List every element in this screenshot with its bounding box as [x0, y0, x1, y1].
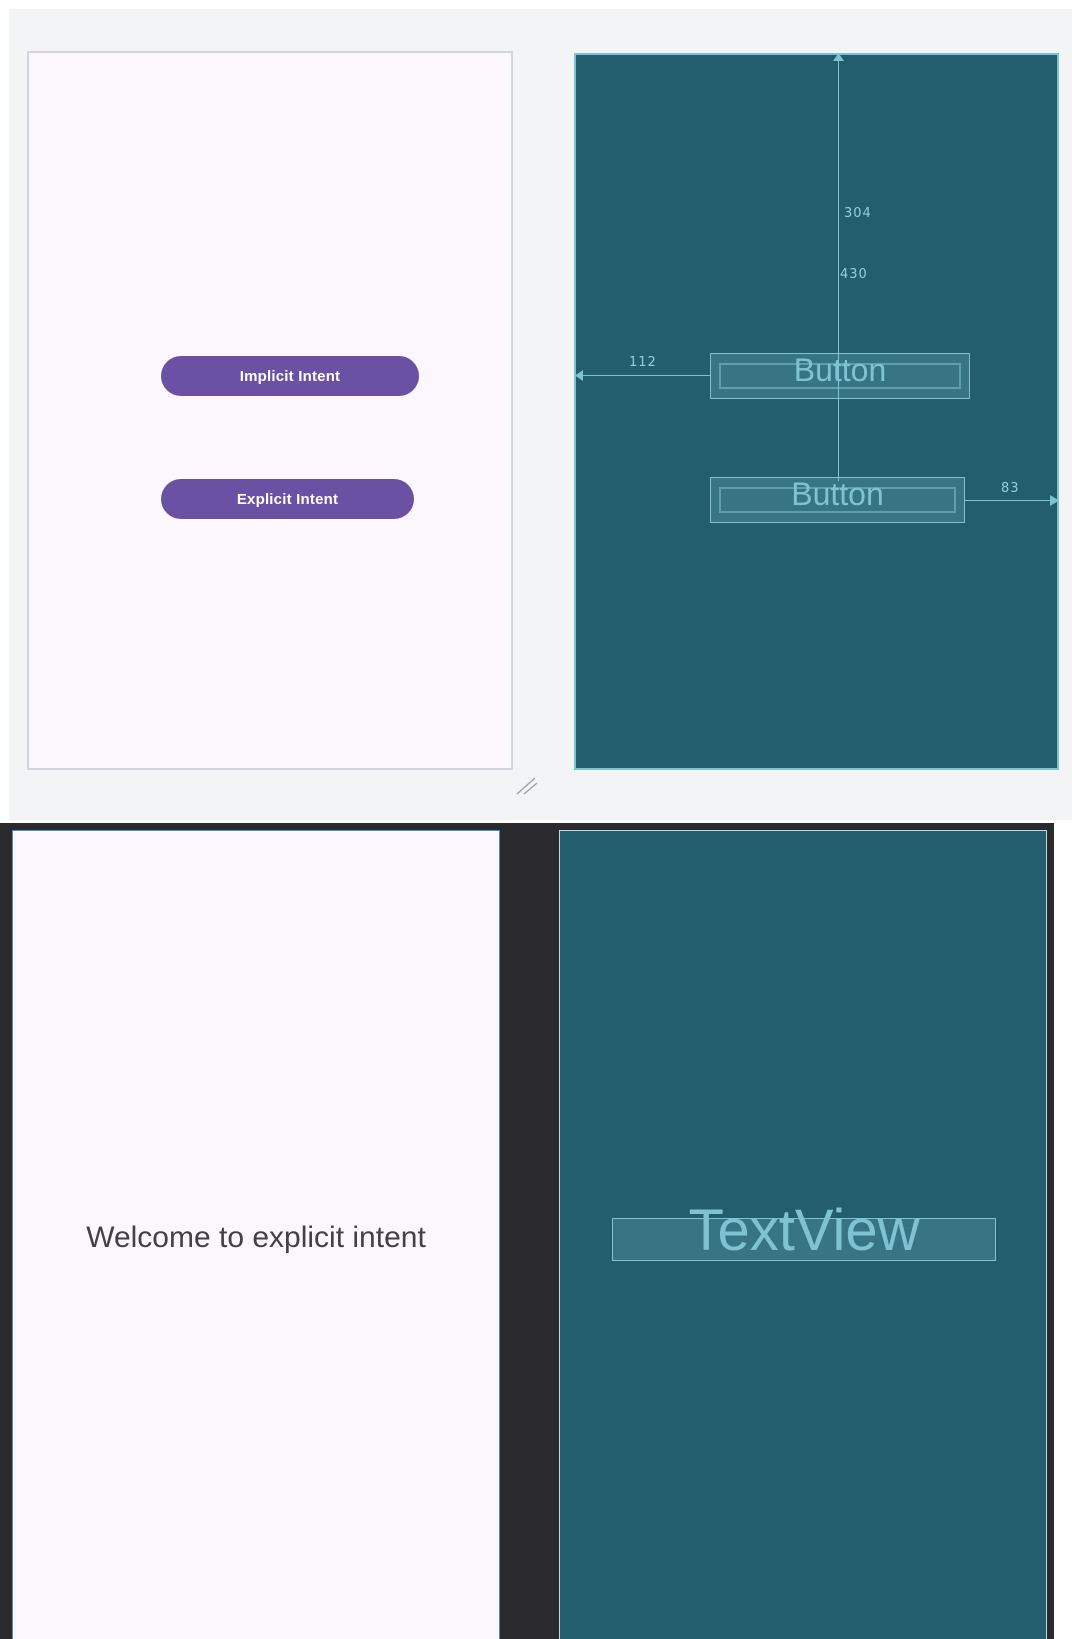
- blueprint-button-1-label: Button: [793, 352, 887, 388]
- design-preview-main[interactable]: Implicit Intent Explicit Intent: [27, 51, 513, 770]
- implicit-intent-button[interactable]: Implicit Intent: [161, 356, 419, 396]
- resize-handle-icon[interactable]: [515, 774, 539, 796]
- blueprint-button-2[interactable]: Button: [710, 476, 965, 523]
- arrow-right-icon: [1050, 495, 1057, 506]
- top-constraint-line: [838, 55, 839, 481]
- blueprint-button-1[interactable]: Button: [710, 352, 970, 399]
- left-margin-label: 112: [629, 355, 657, 370]
- design-preview-explicit[interactable]: Welcome to explicit intent: [12, 830, 500, 1639]
- arrow-up-icon: [833, 55, 844, 61]
- top-layout-editor: Implicit Intent Explicit Intent 304 430 …: [0, 0, 1072, 823]
- top-margin-label-a: 304: [844, 206, 872, 221]
- blueprint-textview[interactable]: TextView: [612, 1198, 996, 1263]
- left-constraint-line: [576, 375, 710, 376]
- right-margin-label: 83: [1001, 481, 1020, 496]
- bottom-layout-editor: Welcome to explicit intent TextView: [0, 823, 1054, 1639]
- blueprint-preview-explicit[interactable]: TextView: [559, 830, 1047, 1639]
- blueprint-textview-label: TextView: [688, 1198, 920, 1263]
- welcome-textview: Welcome to explicit intent: [86, 1221, 426, 1254]
- top-margin-label-b: 430: [840, 267, 868, 282]
- right-constraint-line: [965, 500, 1057, 501]
- blueprint-button-2-label: Button: [791, 476, 884, 512]
- blueprint-preview-main[interactable]: 304 430 112 Button Button 83: [574, 53, 1059, 770]
- arrow-left-icon: [576, 370, 583, 381]
- explicit-intent-button[interactable]: Explicit Intent: [161, 479, 414, 519]
